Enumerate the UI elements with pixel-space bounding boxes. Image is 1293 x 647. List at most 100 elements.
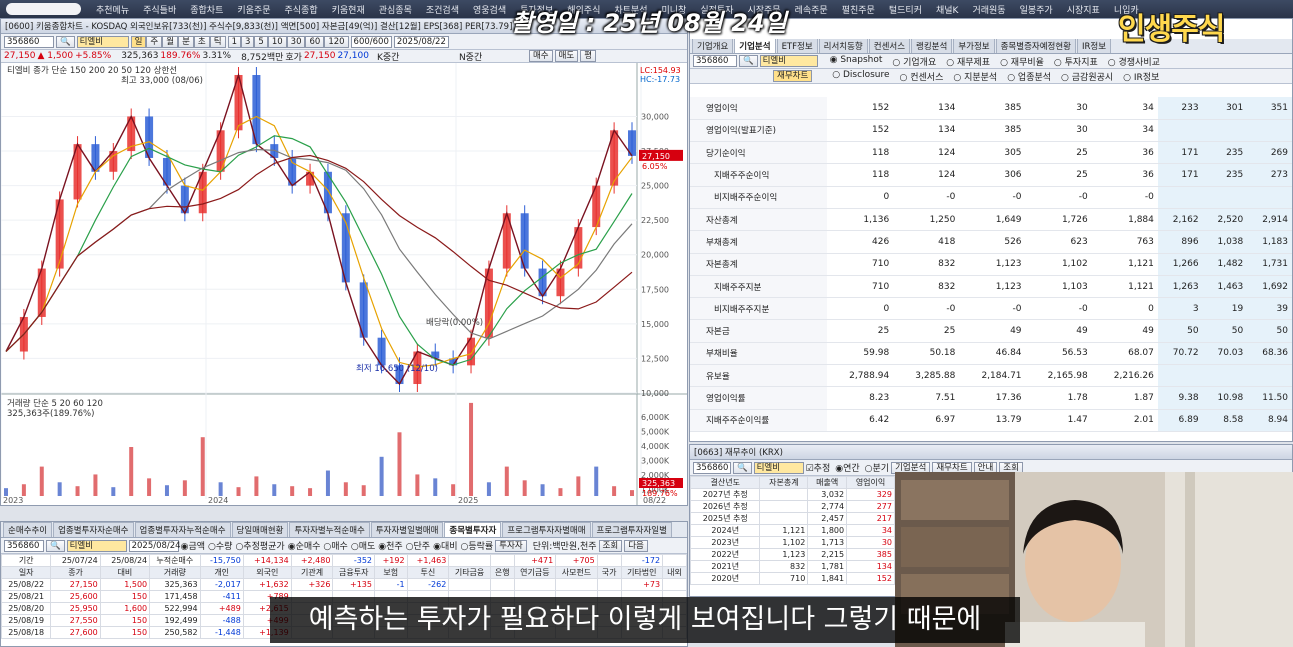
inv-search-button[interactable]: 🔍	[46, 539, 65, 552]
menu-item[interactable]: 추천메뉴	[89, 3, 136, 16]
menu-item[interactable]: 주식틀바	[136, 3, 183, 16]
fin-search-button[interactable]: 🔍	[739, 55, 758, 67]
menu-item[interactable]: 키움주문	[230, 3, 277, 16]
menu-item[interactable]: 일봉주가	[1013, 3, 1060, 16]
company-info-tab[interactable]: 종목별증자예정현황	[995, 39, 1076, 53]
inv-investor-button[interactable]: 투자자	[495, 539, 527, 552]
menu-item[interactable]: 시장지표	[1060, 3, 1107, 16]
company-info-tab[interactable]: IR정보	[1077, 39, 1112, 53]
minute-button[interactable]: 60	[305, 35, 325, 48]
inv-option[interactable]: ○추정평균가	[235, 539, 284, 552]
investor-tab[interactable]: 업종별투자자순매수	[53, 522, 134, 537]
trend-option[interactable]: ☑추정	[806, 461, 831, 474]
company-info-tab[interactable]: ETF정보	[776, 39, 818, 53]
inv-option[interactable]: ○등락률	[461, 539, 494, 552]
minute-button[interactable]: 120	[324, 35, 349, 48]
trend-row[interactable]: 2022년 1,123 2,215 385	[690, 548, 895, 561]
menu-item[interactable]: 펼친주문	[835, 3, 882, 16]
company-info-tab[interactable]: 리서치동향	[818, 39, 868, 53]
trend-option[interactable]: ◉연간	[835, 461, 859, 474]
inv-option[interactable]: ◉순매수	[288, 539, 321, 552]
period-button[interactable]: 월	[162, 35, 179, 48]
minute-button[interactable]: 5	[254, 35, 268, 48]
inv-option[interactable]: ◉금액	[181, 539, 205, 552]
minute-button[interactable]: 1	[227, 35, 241, 48]
menu-item[interactable]: 주식종합	[278, 3, 325, 16]
period-button[interactable]: 분	[178, 35, 194, 48]
inv-stock-name[interactable]: 티엘비	[66, 539, 127, 552]
inv-query-button[interactable]: 조회	[598, 539, 623, 552]
minute-button[interactable]: 3	[240, 35, 255, 48]
fin-radio-option[interactable]: ○ 컨센서스	[900, 70, 944, 83]
company-info-tab[interactable]: 부가정보	[953, 39, 995, 53]
minute-button[interactable]: 30	[286, 35, 306, 48]
fin-radio-option[interactable]: ○ 재무비율	[1000, 55, 1044, 68]
period-button[interactable]: 주	[146, 35, 163, 48]
trend-option[interactable]: ○분기	[865, 461, 889, 474]
inv-row[interactable]: 25/08/22 27,150 1,500 325,363 -2,017 +1,632 +3…	[1, 578, 687, 591]
trend-row[interactable]: 2023년 1,102 1,713 30	[690, 536, 895, 549]
inv-next-button[interactable]: 다음	[624, 539, 648, 552]
inv-period-to[interactable]: 25/08/24	[99, 554, 151, 567]
fin-radio-option[interactable]: ○ 금감원공시	[1061, 70, 1113, 83]
trend-stock-name[interactable]: 티엘비	[753, 461, 804, 474]
menu-item[interactable]: 키움현재	[325, 3, 372, 16]
period-button[interactable]: 틱	[209, 35, 226, 48]
fin-stock-name[interactable]: 티엘비	[759, 55, 818, 67]
menu-item[interactable]: 종합차트	[183, 3, 230, 16]
inv-option[interactable]: ○수량	[208, 539, 232, 552]
trend-row[interactable]: 2026년 추정 2,774 277	[690, 500, 895, 513]
investor-tab[interactable]: 순매수추이	[3, 522, 53, 537]
fin-code-input[interactable]: 356860	[693, 55, 737, 67]
stock-code-input[interactable]: 356860	[4, 35, 54, 48]
minute-button[interactable]: 10	[267, 35, 287, 48]
fin-radio-option[interactable]: ○ 업종분석	[1007, 70, 1051, 83]
company-info-tab[interactable]: 랭킹분석	[911, 39, 953, 53]
menu-search-box[interactable]	[6, 3, 81, 15]
fin-radio-option[interactable]: ○ 기업개요	[892, 55, 936, 68]
fin-radio-option[interactable]: ○ 지분분석	[953, 70, 997, 83]
menu-item[interactable]: 털드티커	[882, 3, 929, 16]
fin-radio-option[interactable]: ○ 투자지표	[1054, 55, 1098, 68]
period-button[interactable]: 일	[130, 35, 147, 48]
sell-button[interactable]: 매도	[554, 50, 579, 62]
menu-item[interactable]: 거래원동	[965, 3, 1012, 16]
menu-item[interactable]: 관심종목	[372, 3, 419, 16]
menu-item[interactable]: 레속주문	[788, 3, 835, 16]
investor-tab[interactable]: 프로그램투자자일별	[591, 522, 672, 537]
trend-row[interactable]: 2024년 1,121 1,800 34	[690, 524, 895, 537]
fin-radio-option[interactable]: ○ 경쟁사비교	[1108, 55, 1160, 68]
trend-row[interactable]: 2020년 710 1,841 152	[690, 572, 895, 585]
menu-item[interactable]: 영웅검색	[466, 3, 513, 16]
fin-radio-option[interactable]: ○ Disclosure	[832, 70, 889, 83]
stock-name-field[interactable]: 티엘비	[76, 35, 129, 48]
bar-count-input[interactable]: 600/600	[350, 35, 392, 48]
inv-date-input[interactable]: 2025/08/24	[128, 539, 181, 552]
inv-code-input[interactable]: 356860	[4, 539, 44, 552]
stock-search-button[interactable]: 🔍	[56, 35, 75, 48]
company-info-tab[interactable]: 기업개요	[692, 39, 734, 53]
price-chart[interactable]: 30,00027,50025,00022,50020,00017,50015,0…	[1, 63, 687, 505]
fin-chart-button[interactable]: 재무차트	[773, 70, 813, 82]
flag-button[interactable]: 평	[580, 50, 597, 62]
fin-radio-option[interactable]: ○ 재무제표	[946, 55, 990, 68]
inv-option[interactable]: ○단주	[406, 539, 430, 552]
company-info-tab[interactable]: 기업분석	[734, 39, 776, 53]
inv-period-from[interactable]: 25/07/24	[50, 554, 101, 567]
investor-tab[interactable]: 업종별투자자누적순매수	[134, 522, 231, 537]
buy-button[interactable]: 매수	[528, 50, 553, 62]
inv-option[interactable]: ◉천주	[378, 539, 402, 552]
trend-code-input[interactable]: 356860	[693, 461, 731, 474]
trend-row[interactable]: 2027년 추정 3,032 329	[690, 488, 895, 501]
inv-option[interactable]: ◉대비	[433, 539, 457, 552]
trend-row[interactable]: 2021년 832 1,781 134	[690, 560, 895, 573]
investor-tab[interactable]: 당일매매현황	[231, 522, 289, 537]
fin-radio-option[interactable]: ○ IR정보	[1123, 70, 1159, 83]
menu-item[interactable]: 채널K	[929, 3, 965, 16]
investor-tab[interactable]: 투자자별누적순매수	[289, 522, 370, 537]
investor-tab[interactable]: 종목별투자자	[444, 522, 502, 537]
inv-option[interactable]: ○매수	[323, 539, 347, 552]
period-button[interactable]: 초	[193, 35, 210, 48]
fin-radio-option[interactable]: ◉ Snapshot	[830, 55, 883, 68]
trend-search-button[interactable]: 🔍	[733, 461, 752, 474]
